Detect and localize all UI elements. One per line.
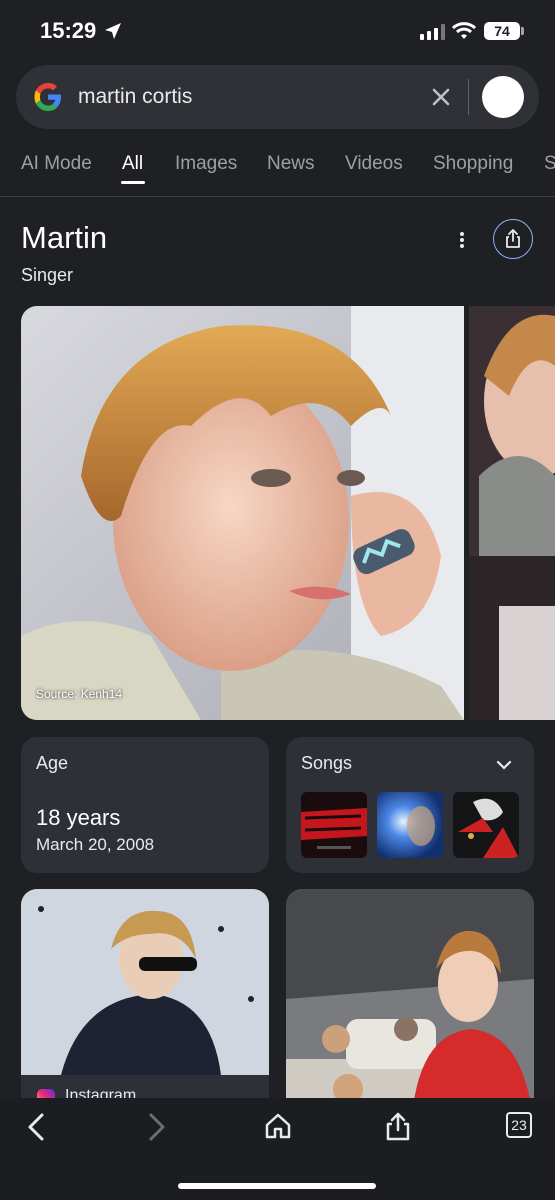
browser-toolbar: 23 bbox=[0, 1098, 555, 1200]
back-icon[interactable] bbox=[24, 1112, 50, 1142]
tab-ai-mode[interactable]: AI Mode bbox=[21, 153, 92, 175]
group-photo-image bbox=[286, 889, 534, 1129]
image-source-caption: Source: Kenh14 bbox=[36, 687, 123, 701]
share-icon[interactable] bbox=[384, 1112, 412, 1142]
tab-images[interactable]: Images bbox=[175, 153, 237, 175]
age-card[interactable]: Age 18 years March 20, 2008 bbox=[21, 737, 269, 873]
search-input[interactable]: martin cortis bbox=[78, 85, 192, 109]
tabs-icon[interactable]: 23 bbox=[506, 1112, 532, 1138]
tab-news[interactable]: News bbox=[267, 153, 315, 175]
song-cover-dark bbox=[453, 792, 519, 858]
portrait-image bbox=[21, 306, 464, 720]
google-logo-icon bbox=[34, 83, 61, 111]
instagram-image bbox=[21, 889, 269, 1075]
battery-icon: 74 bbox=[484, 22, 520, 40]
entity-next-image[interactable] bbox=[469, 306, 555, 720]
location-arrow-icon bbox=[105, 23, 121, 39]
entity-title: Martin bbox=[21, 220, 108, 255]
tab-shopping[interactable]: Shopping bbox=[433, 153, 513, 175]
age-value: 18 years bbox=[36, 805, 121, 830]
forward-icon[interactable] bbox=[143, 1112, 169, 1142]
battery-tip bbox=[521, 27, 524, 35]
video-result-card[interactable] bbox=[286, 889, 534, 1129]
instagram-result-card[interactable]: Instagram bbox=[21, 889, 269, 1129]
birth-date: March 20, 2008 bbox=[36, 835, 155, 854]
chevron-down-icon[interactable] bbox=[494, 755, 514, 775]
clear-icon[interactable] bbox=[429, 85, 453, 109]
status-time: 15:29 bbox=[40, 18, 97, 43]
song-cover-red bbox=[301, 792, 367, 858]
wifi-icon bbox=[452, 22, 476, 39]
tab-videos[interactable]: Videos bbox=[345, 153, 403, 175]
portrait-image-2 bbox=[469, 306, 555, 720]
more-vertical-icon[interactable] bbox=[452, 230, 472, 250]
tabs-divider bbox=[0, 196, 555, 197]
song-thumbnail[interactable] bbox=[377, 792, 443, 858]
active-tab-indicator bbox=[121, 181, 145, 184]
share-button[interactable] bbox=[493, 219, 533, 259]
tab-partial[interactable]: S bbox=[544, 153, 555, 175]
search-divider bbox=[468, 79, 469, 115]
status-bar: 15:29 74 bbox=[0, 0, 555, 60]
song-thumbnail[interactable] bbox=[301, 792, 367, 858]
home-icon[interactable] bbox=[264, 1112, 292, 1140]
home-indicator bbox=[178, 1183, 376, 1189]
signal-icon bbox=[420, 24, 445, 40]
song-thumbnail[interactable] bbox=[453, 792, 519, 858]
entity-subtitle: Singer bbox=[21, 265, 74, 285]
avatar[interactable] bbox=[482, 76, 524, 118]
search-tabs: AI Mode All Images News Videos Shopping … bbox=[0, 150, 555, 196]
song-cover-blue bbox=[377, 792, 443, 858]
songs-label: Songs bbox=[301, 753, 353, 773]
age-label: Age bbox=[36, 753, 69, 773]
songs-card[interactable]: Songs bbox=[286, 737, 534, 873]
search-bar[interactable]: martin cortis bbox=[16, 65, 539, 129]
tab-all[interactable]: All bbox=[122, 153, 143, 175]
share-icon bbox=[506, 229, 520, 248]
entity-main-image[interactable] bbox=[21, 306, 464, 720]
